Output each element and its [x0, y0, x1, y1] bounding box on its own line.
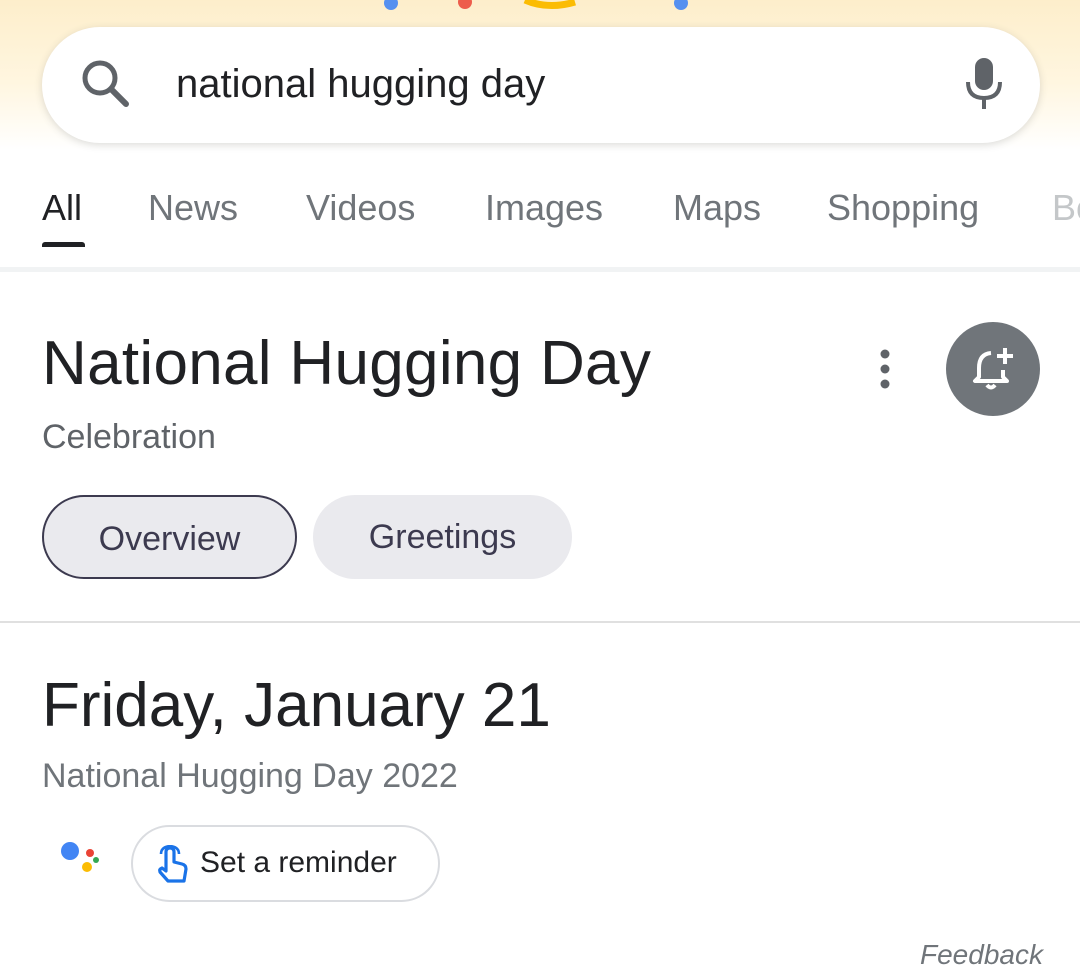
set-reminder-button[interactable]: Set a reminder [131, 825, 440, 902]
tabs-divider [0, 267, 1080, 272]
entity-title: National Hugging Day [42, 329, 652, 398]
tab-news[interactable]: News [148, 186, 238, 230]
chip-overview[interactable]: Overview [42, 495, 297, 579]
event-caption: National Hugging Day 2022 [42, 757, 458, 795]
event-date: Friday, January 21 [42, 671, 551, 740]
search-input[interactable]: national hugging day [176, 58, 545, 110]
search-icon[interactable] [78, 56, 134, 112]
more-vert-icon[interactable] [870, 346, 900, 392]
touch-hand-icon [158, 845, 188, 883]
search-tabs: All News Videos Images Maps Shopping Bo [0, 170, 1080, 270]
feedback-link[interactable]: Feedback [920, 938, 1043, 972]
active-tab-indicator [42, 242, 85, 247]
tab-books[interactable]: Bo [1052, 186, 1080, 230]
tab-shopping[interactable]: Shopping [827, 186, 979, 230]
entity-subtitle: Celebration [42, 418, 216, 456]
bell-add-icon [973, 348, 1013, 390]
doodle-decoration [384, 0, 688, 10]
section-divider [0, 621, 1080, 623]
tab-videos[interactable]: Videos [306, 186, 415, 230]
tab-maps[interactable]: Maps [673, 186, 761, 230]
tab-images[interactable]: Images [485, 186, 603, 230]
add-reminder-button[interactable] [946, 322, 1040, 416]
set-reminder-label: Set a reminder [200, 846, 397, 879]
google-assistant-icon [61, 842, 99, 872]
tab-all[interactable]: All [42, 186, 82, 230]
mic-icon[interactable] [960, 54, 1008, 114]
chip-greetings[interactable]: Greetings [313, 495, 572, 579]
